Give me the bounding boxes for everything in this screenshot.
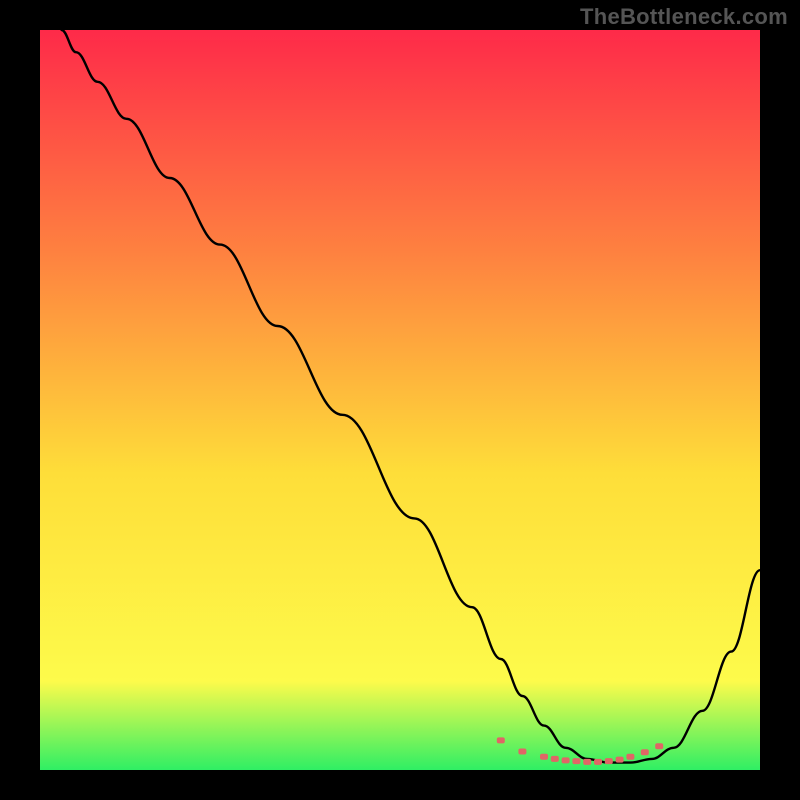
bottleneck-curve-chart [40, 30, 760, 770]
minimum-marker [540, 754, 548, 760]
chart-stage: TheBottleneck.com [0, 0, 800, 800]
minimum-marker [497, 737, 505, 743]
minimum-marker [641, 749, 649, 755]
watermark-text: TheBottleneck.com [580, 4, 788, 30]
minimum-marker [583, 759, 591, 765]
minimum-marker [626, 754, 634, 760]
minimum-marker [562, 757, 570, 763]
minimum-marker [616, 757, 624, 763]
minimum-marker [605, 758, 613, 764]
plot-area [40, 30, 760, 770]
minimum-marker [551, 756, 559, 762]
minimum-marker [594, 759, 602, 765]
gradient-backdrop [40, 30, 760, 770]
minimum-marker [655, 743, 663, 749]
minimum-marker [518, 749, 526, 755]
minimum-marker [572, 758, 580, 764]
